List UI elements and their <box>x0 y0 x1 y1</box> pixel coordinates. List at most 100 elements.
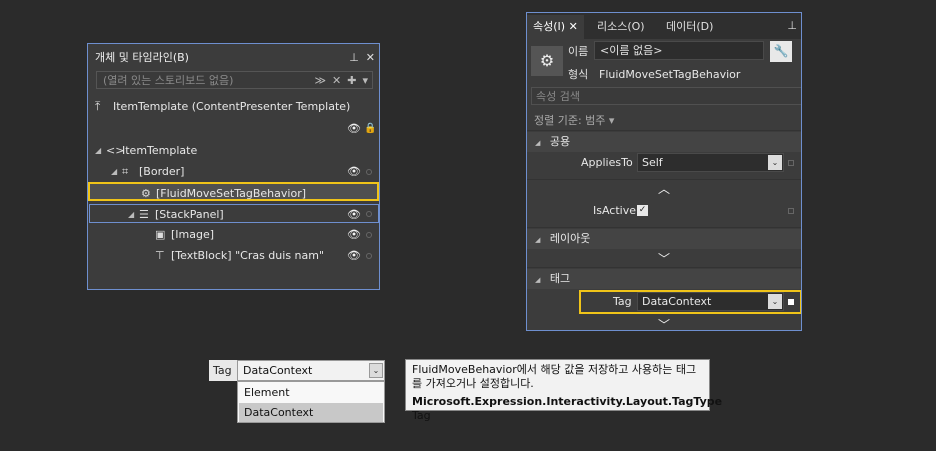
collapse-arrow-icon[interactable]: ◢ <box>535 276 540 284</box>
storyboard-icons: ≫ ✕ ✚ ▾ <box>315 73 368 88</box>
advanced-options-marker[interactable] <box>788 208 794 214</box>
category-label: 태그 <box>549 272 571 285</box>
chevron-down-icon[interactable]: ⌄ <box>369 363 383 378</box>
eye-icon[interactable]: 👁 <box>347 119 361 138</box>
chevron-down-icon[interactable]: ⌄ <box>768 155 782 170</box>
close-storyboard-icon[interactable]: ✕ <box>332 73 341 88</box>
tag-combo-open[interactable]: DataContext ⌄ <box>237 360 385 381</box>
tooltip-description: FluidMoveBehavior에서 해당 값을 저장하고 사용하는 태그를 … <box>412 363 697 390</box>
advanced-options-marker[interactable] <box>788 299 794 305</box>
eye-icon[interactable]: 👁 <box>347 246 361 265</box>
tab-label: 데이터(D) <box>666 20 714 33</box>
textblock-icon: ⊤ <box>155 249 165 262</box>
category-label: 공용 <box>549 135 571 148</box>
storyboard-placeholder: (열려 있는 스토리보드 없음) <box>103 74 234 87</box>
tree-item-textblock[interactable]: ⊤ [TextBlock] "Cras duis nam" 👁 <box>89 246 379 265</box>
dropdown-option-datacontext[interactable]: DataContext <box>239 403 383 422</box>
lock-toggle-dot[interactable] <box>366 253 372 259</box>
category-label: 레이아웃 <box>549 232 591 245</box>
panel-title: 개체 및 타임라인(B) <box>95 51 189 64</box>
pin-icon[interactable]: ⊥ <box>787 19 797 32</box>
chevron-up-icon[interactable]: ︿ <box>527 182 801 196</box>
tree-item-fluidmovesettagbehavior[interactable]: ⚙ [FluidMoveSetTagBehavior] <box>88 182 379 201</box>
gear-icon: ⚙ <box>531 46 563 76</box>
template-header-label: ItemTemplate (ContentPresenter Template) <box>113 100 351 113</box>
tree-item-label: [StackPanel] <box>155 208 224 221</box>
collapse-arrow-icon[interactable]: ◢ <box>535 236 540 244</box>
advanced-options-marker[interactable] <box>788 160 794 166</box>
template-header-row[interactable]: ⤒ ItemTemplate (ContentPresenter Templat… <box>89 97 379 116</box>
isactive-checkbox[interactable]: ✓ <box>637 205 648 216</box>
dropdown-icon[interactable]: ▾ <box>362 73 368 88</box>
category-common[interactable]: ◢ 공용 <box>527 132 801 152</box>
eye-icon[interactable]: 👁 <box>347 162 361 181</box>
lock-toggle-dot[interactable] <box>366 169 372 175</box>
pin-icon[interactable]: ⊥ <box>349 51 359 65</box>
panel-buttons: ⊥ ✕ <box>349 51 375 65</box>
tooltip-type-name: Microsoft.Expression.Interactivity.Layou… <box>412 395 723 408</box>
dropdown-option-element[interactable]: Element <box>239 383 383 402</box>
divider <box>527 130 801 131</box>
close-icon[interactable]: ✕ <box>366 51 375 65</box>
category-layout[interactable]: ◢ 레이아웃 <box>527 229 801 249</box>
eye-icon[interactable]: 👁 <box>347 205 361 224</box>
tree-item-label: [TextBlock] "Cras duis nam" <box>171 249 325 262</box>
name-label: 이름 <box>568 45 589 58</box>
tag-label: Tag <box>209 360 237 381</box>
collapse-arrow-icon[interactable]: ◢ <box>535 139 540 147</box>
tree-item-stackpanel[interactable]: ◢ ☰ [StackPanel] 👁 <box>89 204 379 223</box>
property-search-input[interactable]: 속성 검색 <box>531 87 801 105</box>
storyboard-selector[interactable]: (열려 있는 스토리보드 없음) ≫ ✕ ✚ ▾ <box>96 71 373 89</box>
lock-toggle-dot[interactable] <box>366 232 372 238</box>
tab-data[interactable]: 데이터(D) <box>660 15 719 39</box>
tree-item-label: [Image] <box>171 228 215 241</box>
chevron-down-icon[interactable]: ⌄ <box>768 294 782 309</box>
tab-properties[interactable]: 속성(I) ✕ <box>527 15 584 39</box>
collapse-arrow-icon[interactable]: ◢ <box>111 162 117 181</box>
tag-label: Tag <box>613 295 632 308</box>
type-label: 형식 <box>568 68 589 81</box>
gear-icon: ⚙ <box>141 187 151 200</box>
tree-item-label: ItemTemplate <box>122 144 198 157</box>
divider <box>527 227 801 228</box>
tab-label: 리소스(O) <box>597 20 645 33</box>
chevron-down-icon[interactable]: ﹀ <box>527 318 801 330</box>
divider <box>527 179 801 180</box>
tree-item-image[interactable]: ▣ [Image] 👁 <box>89 225 379 244</box>
tree-item-border[interactable]: ◢ ⌗ [Border] 👁 <box>89 162 379 181</box>
objects-and-timeline-panel: 개체 및 타임라인(B) ⊥ ✕ (열려 있는 스토리보드 없음) ≫ ✕ ✚ … <box>87 43 380 290</box>
add-storyboard-icon[interactable]: ✚ <box>347 73 356 88</box>
search-placeholder: 속성 검색 <box>536 90 580 103</box>
category-tag[interactable]: ◢ 태그 <box>527 269 801 289</box>
expand-icon[interactable]: ≫ <box>315 73 327 88</box>
tab-resources[interactable]: 리소스(O) <box>591 15 651 39</box>
collapse-arrow-icon[interactable]: ◢ <box>128 205 134 224</box>
type-value: FluidMoveSetTagBehavior <box>599 68 741 81</box>
wrench-button[interactable]: 🔧 <box>770 41 792 62</box>
properties-panel: 속성(I) ✕ 리소스(O) 데이터(D) ⊥ ⚙ 이름 <이름 없음> 🔧 형… <box>526 12 802 331</box>
tag-value: DataContext <box>642 295 712 308</box>
collapse-arrow-icon[interactable]: ◢ <box>95 141 101 160</box>
lock-toggle-dot[interactable] <box>366 211 372 217</box>
divider <box>527 267 801 268</box>
eye-icon[interactable]: 👁 <box>347 225 361 244</box>
properties-tab-strip: 속성(I) ✕ 리소스(O) 데이터(D) ⊥ <box>527 13 801 39</box>
tree-item-label: [Border] <box>139 165 185 178</box>
image-icon: ▣ <box>155 228 166 241</box>
tag-dropdown-list: Element DataContext <box>237 381 385 423</box>
sort-selector[interactable]: 정렬 기준: 범주 ▾ <box>534 113 614 129</box>
template-toggles-row: 👁 🔒 <box>89 119 379 138</box>
lock-icon[interactable]: 🔒 <box>364 119 376 138</box>
appliesto-combo[interactable]: Self ⌄ <box>637 153 784 172</box>
isactive-label: IsActive <box>593 204 637 217</box>
name-field[interactable]: <이름 없음> <box>594 41 764 60</box>
up-arrow-icon[interactable]: ⤒ <box>95 97 100 116</box>
tag-combo[interactable]: DataContext ⌄ <box>637 292 784 311</box>
tree-item-label: [FluidMoveSetTagBehavior] <box>156 187 307 200</box>
tree-item-itemtemplate[interactable]: ◢ <> ItemTemplate <box>89 141 379 160</box>
tooltip-prop-name: Tag <box>412 409 431 422</box>
border-icon: ⌗ <box>122 165 129 178</box>
close-icon[interactable]: ✕ <box>569 20 578 33</box>
tag-tooltip: FluidMoveBehavior에서 해당 값을 저장하고 사용하는 태그를 … <box>405 359 722 422</box>
chevron-down-icon[interactable]: ﹀ <box>527 252 801 266</box>
